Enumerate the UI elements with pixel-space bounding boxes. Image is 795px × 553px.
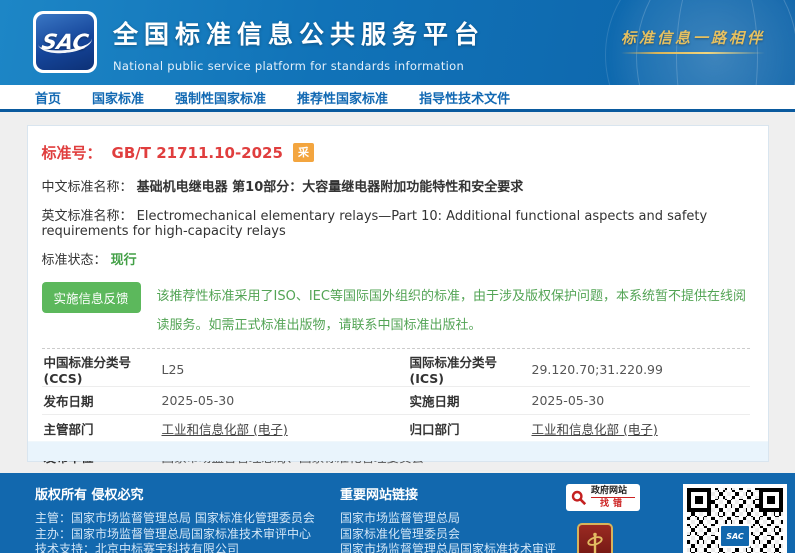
table-row-departments: 主管部门 工业和信息化部 (电子) 归口部门 工业和信息化部 (电子) bbox=[42, 415, 750, 443]
gov-website-error-report-badge[interactable]: 政府网站 找错 bbox=[566, 484, 640, 511]
gov-badge-texts: 政府网站 找错 bbox=[591, 486, 635, 509]
cn-name-row: 中文标准名称： 基础机电继电器 第10部分：大容量继电器附加功能特性和安全要求 bbox=[36, 176, 756, 195]
sac-logo-inner: SAC bbox=[36, 14, 94, 70]
footer-copyright-column: 版权所有 侵权必究 主管：国家市场监督管理总局 国家标准化管理委员会 主办：国家… bbox=[35, 484, 315, 553]
standard-number-row: 标准号： GB/T 21711.10-2025 采 bbox=[36, 142, 756, 163]
en-name-value: Electromechanical elementary relays—Part… bbox=[42, 209, 708, 239]
footer-link-sac[interactable]: 国家标准化管理委员会 bbox=[340, 527, 556, 543]
publish-date-label: 发布日期 bbox=[44, 391, 162, 410]
footer-links-title: 重要网站链接 bbox=[340, 484, 556, 503]
qr-center-logo: SAC bbox=[719, 524, 751, 548]
slogan-underline bbox=[621, 52, 765, 54]
qr-finder-icon bbox=[759, 488, 783, 512]
nav-item-national-standards[interactable]: 国家标准 bbox=[92, 88, 144, 107]
qr-pattern: SAC bbox=[687, 488, 783, 553]
emblem-icon bbox=[586, 531, 604, 553]
implement-date-value: 2025-05-30 bbox=[532, 393, 750, 408]
footer-supervisor-line: 主管：国家市场监督管理总局 国家标准化管理委员会 bbox=[35, 511, 315, 527]
site-header: SAC 全国标准信息公共服务平台 National public service… bbox=[0, 0, 795, 85]
ics-value: 29.120.70;31.220.99 bbox=[532, 362, 750, 377]
footer-link-review-center[interactable]: 国家市场监督管理总局国家标准技术审评 bbox=[340, 542, 556, 553]
qr-code: SAC bbox=[683, 484, 787, 553]
gov-badge-line1: 政府网站 bbox=[591, 486, 635, 498]
centralized-dept-link[interactable]: 工业和信息化部 (电子) bbox=[532, 422, 658, 437]
copyright-notice-text: 该推荐性标准采用了ISO、IEC等国际国外组织的标准，由于涉及版权保护问题，本系… bbox=[157, 289, 746, 333]
footer-links-column: 重要网站链接 国家市场监督管理总局 国家标准化管理委员会 国家市场监督管理总局国… bbox=[340, 484, 556, 553]
header-titles: 全国标准信息公共服务平台 National public service pla… bbox=[113, 15, 485, 73]
ccs-value: L25 bbox=[162, 362, 410, 377]
copyright-title: 版权所有 侵权必究 bbox=[35, 484, 315, 503]
main-nav: 首页 国家标准 强制性国家标准 推荐性国家标准 指导性技术文件 bbox=[0, 85, 795, 112]
nav-item-recommended-standards[interactable]: 推荐性国家标准 bbox=[297, 88, 388, 107]
en-name-row: 英文标准名称： Electromechanical elementary rel… bbox=[36, 205, 756, 239]
en-name-label: 英文标准名称： bbox=[42, 209, 133, 224]
table-row-classification: 中国标准分类号 (CCS) L25 国际标准分类号 (ICS) 29.120.7… bbox=[42, 352, 750, 387]
standard-number-label: 标准号： bbox=[42, 142, 102, 163]
status-row: 标准状态： 现行 bbox=[36, 249, 756, 268]
publish-date-value: 2025-05-30 bbox=[162, 393, 410, 408]
standard-number-value: GB/T 21711.10-2025 bbox=[112, 144, 283, 162]
cn-name-label: 中文标准名称： bbox=[42, 180, 133, 195]
ccs-label: 中国标准分类号 (CCS) bbox=[44, 352, 162, 386]
slogan: 标准信息一路相伴 bbox=[621, 27, 765, 54]
ics-label: 国际标准分类号 (ICS) bbox=[410, 352, 532, 386]
site-subtitle: National public service platform for sta… bbox=[113, 59, 485, 73]
status-label: 标准状态： bbox=[42, 253, 107, 268]
footer-tech-support-line: 技术支持：北京中标赛宇科技有限公司 bbox=[35, 542, 315, 553]
notice-block: 实施信息反馈 该推荐性标准采用了ISO、IEC等国际国外组织的标准，由于涉及版权… bbox=[36, 281, 756, 339]
sac-logo[interactable]: SAC bbox=[33, 11, 97, 73]
supervising-dept-link[interactable]: 工业和信息化部 (电子) bbox=[162, 422, 288, 437]
nav-item-home[interactable]: 首页 bbox=[35, 88, 61, 107]
gov-badge-line2: 找错 bbox=[591, 499, 635, 509]
adopted-standard-badge: 采 bbox=[293, 143, 314, 162]
magnifier-icon bbox=[571, 490, 587, 506]
footer-organizer-line: 主办：国家市场监督管理总局国家标准技术审评中心 bbox=[35, 527, 315, 543]
centralized-dept-label: 归口部门 bbox=[410, 419, 532, 438]
implement-date-label: 实施日期 bbox=[410, 391, 532, 410]
qr-finder-icon bbox=[687, 488, 711, 512]
slogan-text: 标准信息一路相伴 bbox=[621, 27, 765, 48]
supervising-dept-label: 主管部门 bbox=[44, 419, 162, 438]
gov-site-identification-emblem[interactable] bbox=[577, 523, 613, 553]
site-footer: 版权所有 侵权必究 主管：国家市场监督管理总局 国家标准化管理委员会 主办：国家… bbox=[0, 473, 795, 553]
status-value: 现行 bbox=[111, 253, 137, 268]
standard-detail-card: 标准号： GB/T 21711.10-2025 采 中文标准名称： 基础机电继电… bbox=[27, 125, 769, 462]
table-row-dates: 发布日期 2025-05-30 实施日期 2025-05-30 bbox=[42, 387, 750, 415]
sac-logo-text: SAC bbox=[40, 30, 90, 54]
cn-name-value: 基础机电继电器 第10部分：大容量继电器附加功能特性和安全要求 bbox=[137, 180, 524, 195]
footer-link-samr[interactable]: 国家市场监督管理总局 bbox=[340, 511, 556, 527]
nav-item-mandatory-standards[interactable]: 强制性国家标准 bbox=[175, 88, 266, 107]
implementation-feedback-button[interactable]: 实施信息反馈 bbox=[42, 282, 141, 313]
card-bottom-strip bbox=[28, 441, 768, 461]
site-title: 全国标准信息公共服务平台 bbox=[113, 15, 485, 51]
nav-item-guiding-documents[interactable]: 指导性技术文件 bbox=[419, 88, 510, 107]
